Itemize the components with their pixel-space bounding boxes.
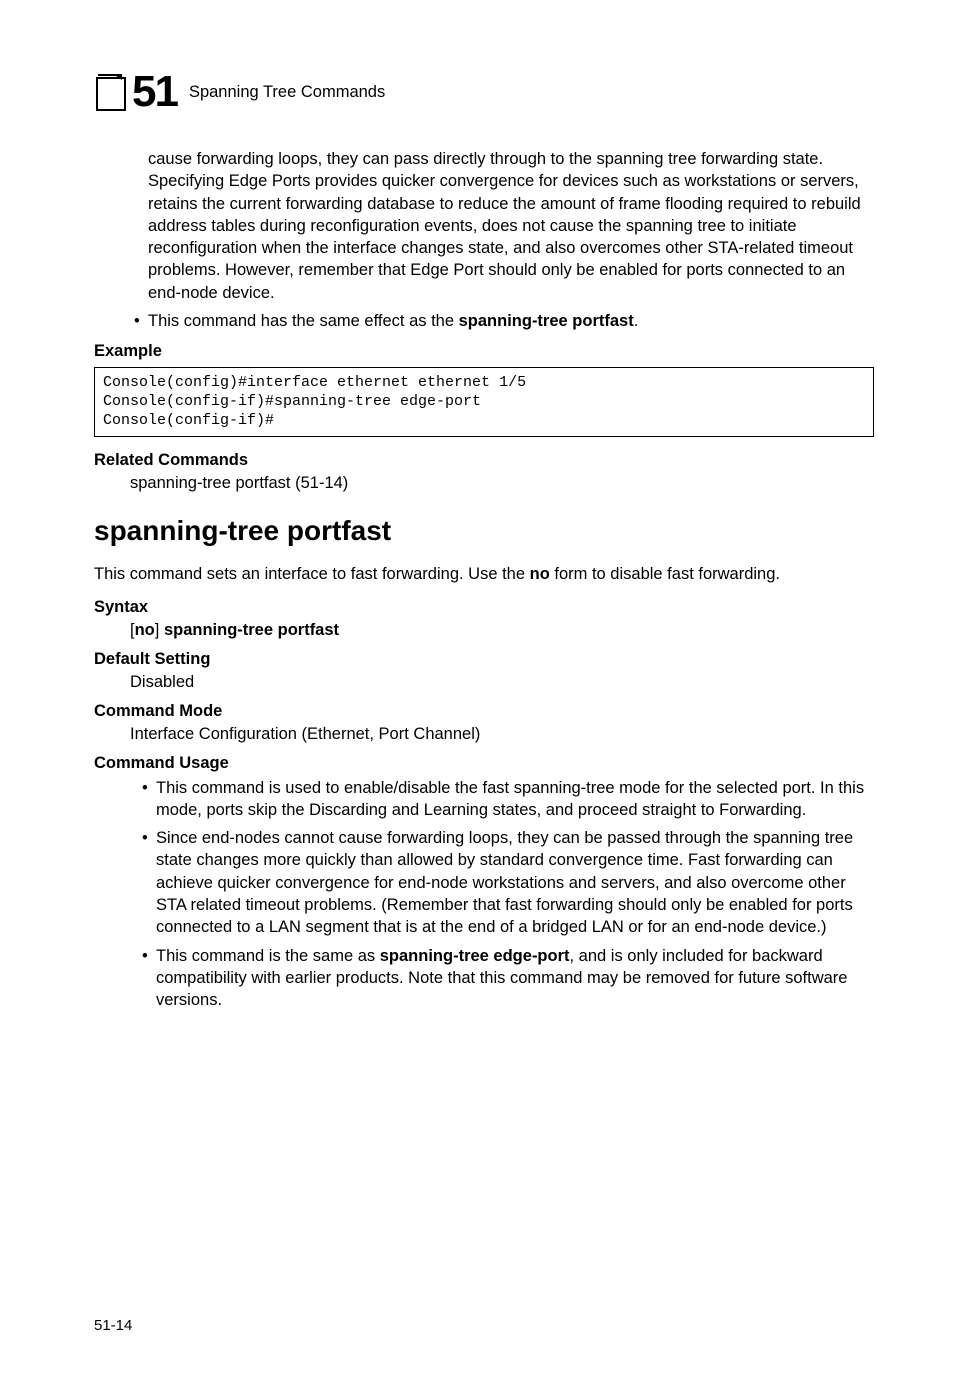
continuation-paragraph: cause forwarding loops, they can pass di… [148,148,874,304]
chapter-number: 51 [132,70,177,114]
example-heading: Example [94,342,874,361]
command-mode-value: Interface Configuration (Ethernet, Port … [130,725,874,744]
code-block: Console(config)#interface ethernet ether… [94,367,874,437]
command-usage-heading: Command Usage [94,754,874,773]
syntax-line: [no] spanning-tree portfast [130,621,874,640]
default-setting-value: Disabled [130,673,874,692]
bullet-text: This command is the same as spanning-tre… [156,945,874,1012]
bullet-text: Since end-nodes cannot cause forwarding … [156,827,874,938]
bullet-marker: • [142,777,156,822]
section-title: spanning-tree portfast [94,515,874,547]
chapter-badge: 51 [94,70,177,114]
usage-bullet: • This command is used to enable/disable… [142,777,874,822]
bullet-marker: • [134,310,148,332]
bullet-marker: • [142,945,156,1012]
usage-bullet: • Since end-nodes cannot cause forwardin… [142,827,874,938]
bullet-text: This command is used to enable/disable t… [156,777,874,822]
page-header: 51 Spanning Tree Commands [94,70,874,114]
syntax-heading: Syntax [94,598,874,617]
book-icon [94,72,128,112]
related-command-item: spanning-tree portfast (51-14) [130,474,874,493]
bullet-text: This command has the same effect as the … [148,310,874,332]
bullet-item: • This command has the same effect as th… [134,310,874,332]
usage-bullet: • This command is the same as spanning-t… [142,945,874,1012]
bullet-marker: • [142,827,156,938]
section-intro: This command sets an interface to fast f… [94,563,874,585]
page-number: 51-14 [94,1317,132,1334]
related-commands-heading: Related Commands [94,451,874,470]
default-setting-heading: Default Setting [94,650,874,669]
command-mode-heading: Command Mode [94,702,874,721]
chapter-title: Spanning Tree Commands [189,83,385,102]
